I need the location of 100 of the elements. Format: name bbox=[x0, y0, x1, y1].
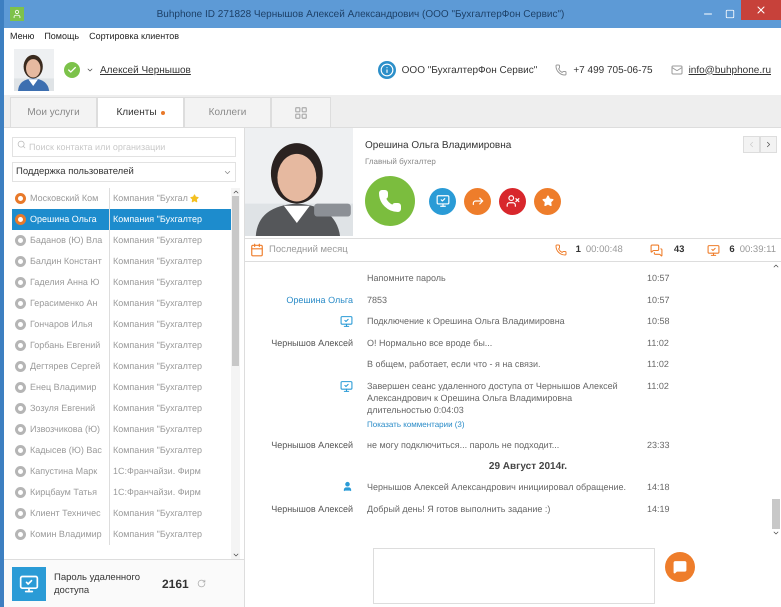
client-company: Компания "Бухгалтер bbox=[112, 444, 202, 457]
tab[interactable]: Коллеги bbox=[184, 97, 271, 127]
client-company: Компания "Бухгалтер bbox=[112, 212, 202, 226]
period-label[interactable]: Последний месяц bbox=[269, 242, 349, 258]
monitor-icon bbox=[436, 194, 450, 208]
message-text: не могу подключиться... пароль не подходит... bbox=[367, 438, 560, 450]
scrollbar[interactable] bbox=[231, 188, 240, 559]
call-duration: 00:00:48 bbox=[586, 242, 623, 257]
client-row[interactable]: Гаделия Анна Ю Компания "Бухгалтер bbox=[12, 272, 231, 293]
scroll-down-icon[interactable] bbox=[772, 529, 780, 537]
client-name: Московский Ком bbox=[30, 192, 98, 205]
grid-icon bbox=[294, 106, 308, 120]
date-separator: 29 Август 2014г. bbox=[488, 460, 568, 474]
client-row[interactable]: Извозчикова (Ю) Компания "Бухгалтер bbox=[12, 419, 231, 440]
client-row[interactable]: Кадысев (Ю) Вас Компания "Бухгалтер bbox=[12, 440, 231, 461]
email-link[interactable]: info@buhphone.ru bbox=[688, 62, 771, 78]
sender-name: Чернышов Алексей bbox=[271, 336, 353, 350]
calendar-icon[interactable] bbox=[250, 243, 264, 257]
client-row[interactable]: Зозуля Евгений Компания "Бухгалтер bbox=[12, 398, 231, 419]
close-button[interactable] bbox=[741, 0, 781, 20]
scroll-thumb[interactable] bbox=[232, 196, 239, 366]
remote-session-icon bbox=[340, 315, 353, 328]
info-icon bbox=[378, 61, 396, 79]
client-company: Компания "Бухгалтер bbox=[112, 254, 202, 268]
scroll-down-icon[interactable] bbox=[232, 551, 240, 559]
message-text: Подключение к Орешина Ольга Владимировна bbox=[367, 315, 566, 327]
client-row[interactable]: Гончаров Илья Компания "Бухгалтер bbox=[12, 314, 231, 335]
client-company: Компания "Бухгалтер bbox=[112, 234, 202, 247]
search-icon bbox=[17, 140, 26, 149]
message-text: Напомните пароль bbox=[367, 272, 447, 284]
menu-item[interactable]: Меню bbox=[10, 30, 34, 44]
message-input[interactable] bbox=[373, 548, 655, 604]
client-row[interactable]: Баданов (Ю) Вла Компания "Бухгалтер bbox=[12, 230, 231, 251]
mail-icon bbox=[670, 64, 683, 76]
favorite-button[interactable] bbox=[534, 188, 561, 214]
client-row[interactable]: Енец Владимир Компания "Бухгалтер bbox=[12, 377, 231, 398]
forward-button[interactable] bbox=[464, 188, 491, 214]
client-name: Баданов (Ю) Вла bbox=[30, 234, 102, 247]
client-name: Дегтярев Сергей bbox=[30, 360, 100, 373]
refresh-icon[interactable] bbox=[196, 579, 206, 588]
phone-icon bbox=[555, 64, 568, 76]
message-time: 14:19 bbox=[647, 502, 670, 516]
client-row[interactable]: Балдин Констант Компания "Бухгалтер bbox=[12, 251, 231, 272]
next-button[interactable] bbox=[760, 136, 777, 153]
client-company: Компания "Бухгал bbox=[112, 192, 188, 205]
scroll-thumb[interactable] bbox=[772, 499, 780, 529]
message-time: 11:02 bbox=[647, 358, 669, 371]
scroll-up-icon[interactable] bbox=[232, 188, 240, 196]
remote-password-label: Пароль удаленного доступа bbox=[54, 570, 142, 596]
client-name: Орешина Ольга bbox=[30, 212, 97, 226]
message-count: 43 bbox=[674, 242, 684, 257]
tab[interactable]: Клиенты bbox=[97, 97, 184, 127]
remove-user-button[interactable] bbox=[499, 188, 526, 214]
client-name: Зозуля Евгений bbox=[30, 402, 96, 415]
client-row[interactable]: Орешина Ольга Компания "Бухгалтер bbox=[12, 209, 231, 230]
message-time: 10:57 bbox=[647, 272, 670, 285]
scroll-up-icon[interactable] bbox=[772, 262, 780, 270]
remove-user-icon bbox=[506, 194, 520, 208]
caret-icon[interactable] bbox=[86, 66, 94, 74]
user-link[interactable]: Алексей Чернышов bbox=[100, 62, 191, 78]
client-company: Компания "Бухгалтер bbox=[112, 380, 202, 394]
message-time: 10:57 bbox=[647, 294, 670, 306]
client-row[interactable]: Капустина Марк 1С:Франчайзи. Фирм bbox=[12, 461, 231, 482]
grid-tab[interactable] bbox=[271, 97, 331, 127]
window-title: Buhphone ID 271828 Чернышов Алексей Александрович (ООО "БухгалтерФон Сервис") bbox=[156, 8, 566, 22]
message-text: Добрый день! Я готов выполнить задание :) bbox=[367, 502, 552, 514]
client-company: Компания "Бухгалтер bbox=[112, 360, 202, 373]
client-row[interactable]: Кирцбаум Татья 1С:Франчайзи. Фирм bbox=[12, 482, 231, 503]
menu-item[interactable]: Сортировка клиентов bbox=[89, 30, 180, 44]
message-time: 11:02 bbox=[647, 380, 669, 392]
client-company: Компания "Бухгалтер bbox=[112, 318, 202, 331]
client-row[interactable]: Клиент Техничес Компания "Бухгалтер bbox=[12, 503, 231, 524]
client-name: Балдин Констант bbox=[30, 254, 102, 268]
client-name: Герасименко Ан bbox=[30, 296, 98, 310]
client-row[interactable]: Комин Владимир Компания "Бухгалтер bbox=[12, 524, 231, 545]
sender-name: Чернышов Алексей bbox=[271, 438, 353, 452]
message-time: 14:18 bbox=[647, 481, 670, 494]
send-button[interactable] bbox=[665, 552, 695, 582]
client-row[interactable]: Горбань Евгений Компания "Бухгалтер bbox=[12, 335, 231, 356]
comments-link[interactable]: Показать комментарии (3) bbox=[367, 418, 627, 430]
client-row[interactable]: Дегтярев Сергей Компания "Бухгалтер bbox=[12, 356, 231, 377]
tab[interactable]: Мои услуги bbox=[10, 97, 97, 127]
client-row[interactable]: Герасименко Ан Компания "Бухгалтер bbox=[12, 293, 231, 314]
filter-dropdown[interactable]: Поддержка пользователей bbox=[12, 162, 236, 182]
remote-session-icon bbox=[707, 244, 720, 256]
call-button[interactable] bbox=[365, 176, 415, 226]
maximize-icon bbox=[725, 9, 735, 19]
phone-icon bbox=[378, 189, 402, 213]
client-company: Компания "Бухгалтер bbox=[112, 422, 202, 436]
message-text: В общем, работает, если что - я на связи. bbox=[367, 358, 542, 370]
call-count: 1 bbox=[576, 242, 581, 257]
client-company: Компания "Бухгалтер bbox=[112, 528, 202, 541]
contact-name: Орешина Ольга Владимировна bbox=[365, 139, 512, 153]
client-company: Компания "Бухгалтер bbox=[112, 276, 202, 289]
client-name: Кирцбаум Татья bbox=[30, 486, 97, 499]
status-icon[interactable] bbox=[64, 62, 80, 78]
client-name: Горбань Евгений bbox=[30, 338, 100, 352]
menu-item[interactable]: Помощь bbox=[44, 30, 80, 44]
remote-access-button[interactable] bbox=[429, 188, 456, 214]
contact-position: Главный бухгалтер bbox=[365, 156, 437, 168]
